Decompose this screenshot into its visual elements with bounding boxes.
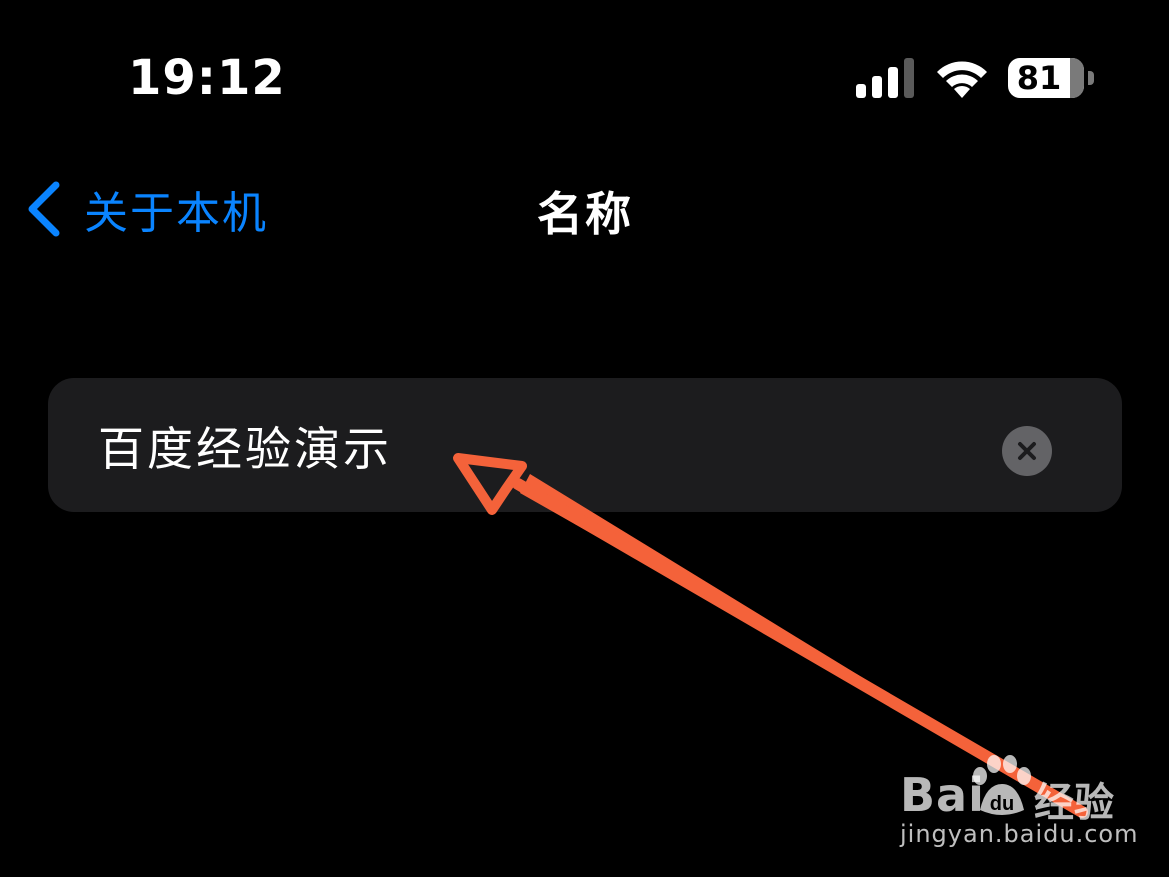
chevron-left-icon <box>28 181 60 237</box>
back-button[interactable]: 关于本机 <box>24 174 268 244</box>
device-name-field[interactable] <box>48 378 1122 512</box>
device-name-input[interactable] <box>98 416 958 476</box>
clear-circle-icon <box>1018 442 1036 460</box>
baidu-jingyan-watermark: Bai du 经验 jingyan.baidu.com <box>896 750 1156 860</box>
page-title: 名称 <box>537 187 633 241</box>
back-button-label: 关于本机 <box>84 188 268 239</box>
battery-level: 81 <box>1016 59 1062 97</box>
status-bar: 19:12 81 <box>0 0 1169 150</box>
svg-text:du: du <box>990 793 1014 815</box>
battery-cap <box>1088 71 1094 85</box>
status-time: 19:12 <box>128 50 286 106</box>
battery-icon: 81 <box>1008 58 1094 98</box>
clear-text-button[interactable] <box>1002 426 1052 476</box>
paw-logo-icon: du <box>973 755 1031 815</box>
battery-body: 81 <box>1008 58 1084 98</box>
battery-empty-segment <box>1070 58 1084 98</box>
cellular-signal-icon <box>856 58 914 98</box>
wifi-icon <box>937 61 987 98</box>
navigation-bar: 关于本机 名称 <box>0 160 1169 260</box>
watermark-url: jingyan.baidu.com <box>900 820 1139 848</box>
